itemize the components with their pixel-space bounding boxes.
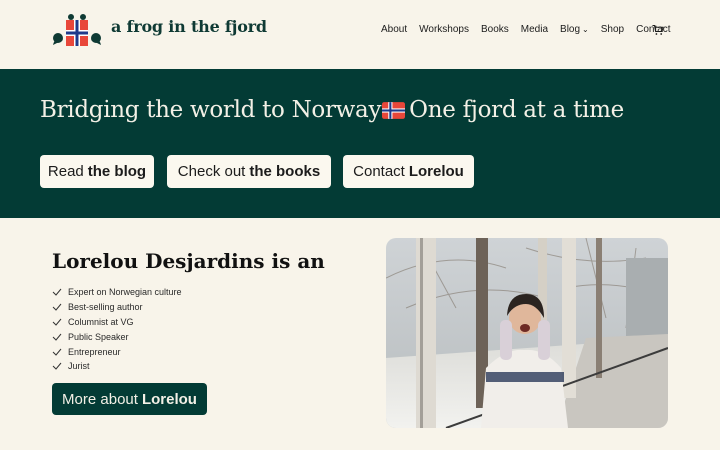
hero-banner: [0, 69, 720, 218]
list-item: Columnist at VG: [52, 315, 182, 330]
norway-flag-icon: [382, 102, 406, 119]
main-nav: About Workshops Books Media Blog ⌄ Shop C…: [381, 24, 683, 35]
nav-workshops[interactable]: Workshops: [419, 24, 469, 35]
list-item-label: Expert on Norwegian culture: [68, 287, 182, 298]
cart-icon[interactable]: [652, 24, 664, 36]
nav-about[interactable]: About: [381, 24, 407, 35]
read-blog-button[interactable]: Read the blog: [40, 155, 154, 188]
check-icon: [52, 333, 62, 341]
check-icon: [52, 289, 62, 297]
check-books-button[interactable]: Check out the books: [167, 155, 331, 188]
check-icon: [52, 318, 62, 326]
contact-lorelou-button[interactable]: Contact Lorelou: [343, 155, 474, 188]
list-item-label: Columnist at VG: [68, 316, 134, 327]
chevron-down-icon[interactable]: ⌄: [582, 25, 589, 34]
nav-blog-group[interactable]: Blog ⌄: [560, 24, 589, 35]
list-item-label: Public Speaker: [68, 331, 129, 342]
button-bold: Lorelou: [141, 390, 197, 408]
nav-media[interactable]: Media: [521, 24, 548, 35]
button-bold: the books: [249, 163, 321, 180]
list-item: Jurist: [52, 359, 182, 374]
bio-name: Lorelou Desjardins: [52, 249, 265, 273]
list-item: Entrepreneur: [52, 344, 182, 359]
button-prefix: Read: [47, 163, 84, 180]
button-bold: the blog: [87, 163, 147, 180]
portrait-photo: [386, 238, 668, 428]
hero-title-part2: One fjord at a time: [409, 97, 624, 123]
button-prefix: More about: [62, 390, 138, 408]
bio-heading: Lorelou Desjardins is an: [52, 249, 325, 273]
list-item: Expert on Norwegian culture: [52, 285, 182, 300]
button-prefix: Check out: [177, 163, 246, 180]
list-item: Public Speaker: [52, 329, 182, 344]
check-icon: [52, 348, 62, 356]
button-prefix: Contact: [353, 163, 405, 180]
button-bold: Lorelou: [408, 163, 464, 180]
bio-suffix: is an: [271, 249, 325, 273]
list-item-label: Entrepreneur: [68, 346, 121, 357]
frog-flag-logo-icon[interactable]: [52, 12, 102, 48]
list-item-label: Best-selling author: [68, 302, 143, 313]
list-item-label: Jurist: [68, 361, 90, 372]
check-icon: [52, 363, 62, 371]
site-brand-name[interactable]: a frog in the fjord: [111, 17, 267, 36]
nav-blog[interactable]: Blog: [560, 24, 580, 35]
credentials-list: Expert on Norwegian culture Best-selling…: [52, 285, 182, 374]
hero-title-part1: Bridging the world to Norway: [40, 97, 382, 123]
more-about-button[interactable]: More about Lorelou: [52, 383, 207, 415]
nav-books[interactable]: Books: [481, 24, 509, 35]
list-item: Best-selling author: [52, 300, 182, 315]
hero-title: Bridging the world to Norway One fjord a…: [40, 97, 624, 123]
nav-shop[interactable]: Shop: [601, 24, 624, 35]
check-icon: [52, 303, 62, 311]
site-header: a frog in the fjord About Workshops Book…: [0, 0, 720, 69]
